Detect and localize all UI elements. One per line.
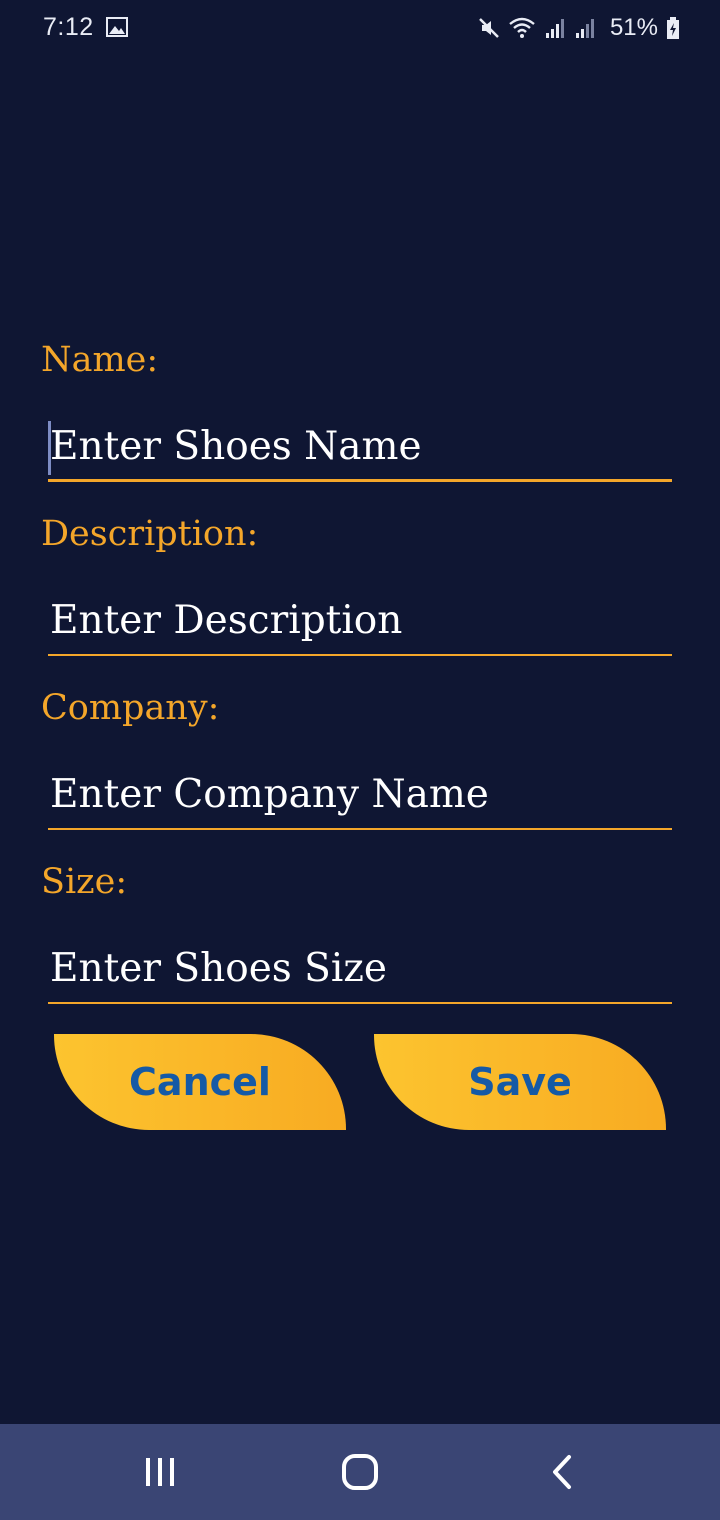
home-button[interactable] [300, 1424, 420, 1520]
battery-percent: 51% [609, 14, 658, 41]
back-button[interactable] [502, 1424, 622, 1520]
text-cursor [48, 421, 51, 475]
status-icons: 51% [478, 12, 680, 44]
name-placeholder: Enter Shoes Name [50, 424, 422, 469]
company-input[interactable]: Enter Company Name [48, 760, 672, 830]
system-nav-bar [0, 1424, 720, 1520]
wifi-icon [509, 17, 535, 38]
battery-icon [667, 17, 679, 39]
recent-apps-button[interactable] [100, 1424, 220, 1520]
size-input[interactable]: Enter Shoes Size [48, 934, 672, 1004]
company-label: Company: [41, 688, 220, 728]
status-time: 7:12 [43, 13, 94, 41]
recent-apps-icon [146, 1458, 174, 1486]
home-icon [342, 1454, 378, 1490]
signal-icon-2 [575, 19, 594, 38]
name-label: Name: [41, 340, 159, 380]
back-icon [553, 1455, 571, 1489]
status-bar: 7:12 51% [0, 0, 720, 56]
description-placeholder: Enter Description [50, 598, 403, 643]
company-placeholder: Enter Company Name [50, 772, 489, 817]
save-button[interactable]: Save [374, 1034, 666, 1130]
size-label: Size: [41, 862, 128, 902]
size-placeholder: Enter Shoes Size [50, 946, 388, 991]
name-input[interactable]: Enter Shoes Name [48, 412, 672, 482]
description-label: Description: [41, 514, 259, 554]
description-input[interactable]: Enter Description [48, 586, 672, 656]
gallery-icon [106, 17, 128, 37]
signal-icon [545, 19, 564, 38]
cancel-button[interactable]: Cancel [54, 1034, 346, 1130]
mute-icon [479, 18, 499, 38]
